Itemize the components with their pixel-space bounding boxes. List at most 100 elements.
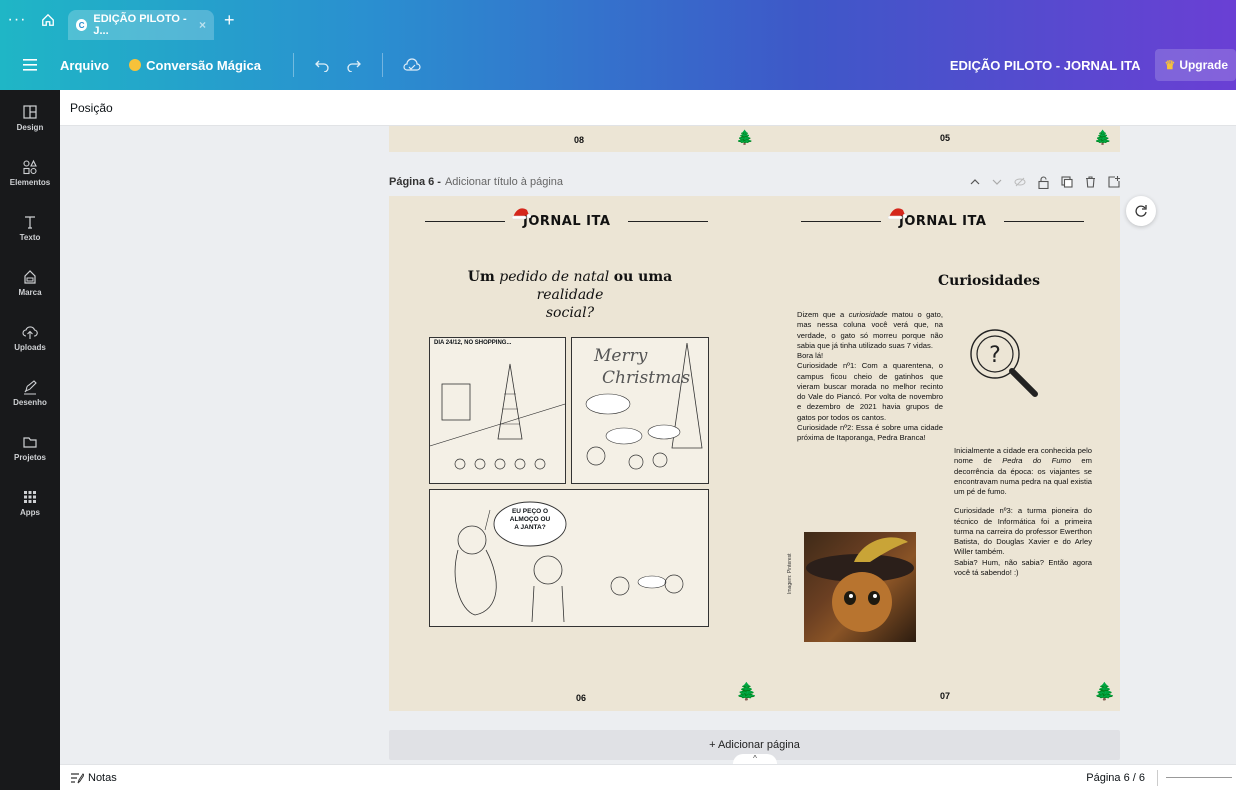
canva-logo-icon: C [76, 19, 88, 31]
magnifier-question-icon[interactable]: ? [965, 324, 1043, 407]
notes-icon [71, 772, 84, 783]
new-tab-button[interactable]: + [224, 10, 235, 31]
folder-icon [23, 436, 37, 448]
shapes-icon [23, 159, 37, 174]
page-6[interactable]: JORNAL ITA JORNAL ITA Um pedido de natal… [389, 196, 1120, 711]
tab-close-icon[interactable]: × [199, 18, 206, 32]
rail-label: Desenho [13, 397, 47, 407]
rail-item-projects[interactable]: Projetos [0, 420, 60, 475]
collapse-pages-button[interactable]: ^ [733, 754, 777, 764]
browser-tab-bar: ··· C EDIÇÃO PILOTO - J... × + [0, 0, 1236, 40]
comic-panel: Merry Christmas [571, 337, 709, 484]
rail-item-draw[interactable]: Desenho [0, 365, 60, 420]
curiosities-title[interactable]: Curiosidades [909, 272, 1069, 290]
editor-toolbar: Arquivo Conversão Mágica EDIÇÃO PILOTO -… [0, 40, 1236, 90]
text-run: Dizem que a [797, 310, 845, 319]
text-icon [25, 215, 35, 229]
apps-icon [24, 490, 36, 503]
masthead-text: JORNAL ITA [899, 214, 987, 229]
masthead-right: JORNAL ITA [801, 208, 1085, 229]
rail-label: Texto [19, 232, 41, 242]
curiosities-text-col2[interactable]: Inicialmente a cidade era conhecida pelo… [954, 446, 1092, 578]
tab-label: EDIÇÃO PILOTO - J... [93, 13, 187, 37]
cloud-saved-icon[interactable] [403, 58, 421, 72]
browser-tab-active[interactable]: C EDIÇÃO PILOTO - J... × [68, 10, 214, 40]
comic-panel: EU PEÇO O ALMOÇO OU A JANTA? [429, 489, 709, 627]
title-italic: realidade [536, 287, 604, 304]
editor-canvas[interactable]: 08 🌲 05 🌲 Página 6 - Adicionar título à … [60, 126, 1236, 764]
position-button[interactable]: Posição [70, 101, 113, 115]
comic-bubble-line: ALMOÇO OU [509, 516, 551, 523]
paragraph: Curiosidade nº1: Com a quarentena, o cam… [797, 361, 943, 422]
draw-icon [24, 379, 37, 394]
newspaper-name[interactable]: JORNAL ITA [511, 208, 611, 229]
zoom-slider[interactable] [1166, 777, 1232, 778]
duplicate-icon[interactable] [1061, 176, 1073, 188]
paragraph: Curiosidade nº3: a turma pioneira do téc… [954, 506, 1092, 557]
divider-line [628, 221, 709, 222]
masthead-left: JORNAL ITA [425, 208, 709, 229]
page-number: 07 [940, 691, 951, 701]
page-label: Página 6 - [389, 176, 441, 188]
document-title[interactable]: EDIÇÃO PILOTO - JORNAL ITA [950, 58, 1141, 73]
paragraph: Dizem que a curiosidade matou o gato, ma… [797, 310, 943, 351]
chevron-up-icon[interactable] [970, 177, 980, 187]
home-icon[interactable] [34, 13, 62, 27]
curiosities-text-col1[interactable]: Dizem que a curiosidade matou o gato, ma… [797, 310, 943, 443]
upgrade-button[interactable]: ♛ Upgrade [1154, 49, 1236, 81]
rail-item-uploads[interactable]: Uploads [0, 310, 60, 365]
trash-icon[interactable] [1085, 176, 1096, 188]
divider-line [1004, 221, 1085, 222]
tree-icon: 🌲 [736, 129, 754, 145]
more-options-icon[interactable]: ··· [0, 11, 34, 29]
magic-switch-button[interactable]: Conversão Mágica [129, 58, 261, 73]
file-menu-button[interactable]: Arquivo [60, 58, 109, 73]
undo-icon[interactable] [314, 58, 330, 72]
lock-icon[interactable] [1038, 175, 1049, 189]
paragraph: Sabia? Hum, não sabia? Então agora você … [954, 557, 1092, 577]
rail-item-apps[interactable]: Apps [0, 475, 60, 530]
page-header: Página 6 - Adicionar título à página [389, 171, 1120, 193]
title-italic: social? [545, 305, 595, 322]
crown-icon: ♛ [1164, 58, 1176, 72]
paragraph: Curiosidade nº2: Essa é sobre uma cidade… [797, 422, 943, 442]
comic-panel: DIA 24/12, NO SHOPPING... [429, 337, 566, 484]
magic-icon [129, 59, 142, 71]
article-title[interactable]: Um pedido de natal ou uma realidade soci… [435, 268, 705, 323]
layout-icon [23, 104, 37, 119]
notes-button[interactable]: Notas [70, 772, 117, 784]
hide-icon[interactable] [1014, 177, 1026, 187]
comic-strip-image[interactable]: DIA 24/12, NO SHOPPING... Merry Christma… [429, 337, 709, 627]
image-credit: Imagem: Pinterest [787, 553, 793, 594]
notes-label: Notas [88, 771, 117, 784]
rail-item-design[interactable]: Design [0, 90, 60, 145]
santa-hat-icon [887, 208, 907, 220]
side-panel-rail: Design Elementos Texto Marca Uploads Des… [0, 90, 60, 790]
rail-item-text[interactable]: Texto [0, 200, 60, 255]
rail-item-elements[interactable]: Elementos [0, 145, 60, 200]
comic-bubble-line: A JANTA? [514, 524, 546, 531]
text-run-italic: curiosidade [848, 310, 888, 319]
previous-page-bottom[interactable]: 08 🌲 05 🌲 [389, 126, 1120, 152]
upgrade-label: Upgrade [1179, 58, 1228, 72]
hamburger-menu-icon[interactable] [0, 59, 60, 71]
redo-icon[interactable] [346, 58, 362, 72]
refresh-icon [1135, 205, 1147, 217]
newspaper-name[interactable]: JORNAL ITA [887, 208, 987, 229]
page-indicator[interactable]: Página 6 / 6 [1086, 772, 1145, 784]
page-number: 08 [574, 135, 585, 145]
refresh-suggestion-button[interactable] [1126, 196, 1156, 226]
comic-bubble-line: EU PEÇO O [511, 508, 549, 515]
title-word: Um [467, 269, 495, 285]
rail-item-brand[interactable]: Marca [0, 255, 60, 310]
puss-in-boots-image[interactable] [804, 532, 916, 642]
add-page-icon[interactable] [1108, 176, 1120, 188]
chevron-down-icon[interactable] [992, 177, 1002, 187]
paragraph: Bora lá! [797, 351, 824, 360]
add-page-title-input[interactable]: Adicionar título à página [445, 176, 563, 188]
rail-label: Elementos [9, 177, 51, 187]
divider [1157, 769, 1158, 786]
masthead-text: JORNAL ITA [523, 214, 611, 229]
tree-icon: 🌲 [736, 682, 758, 701]
text-run-italic: Pedra do Fumo [1002, 456, 1072, 466]
